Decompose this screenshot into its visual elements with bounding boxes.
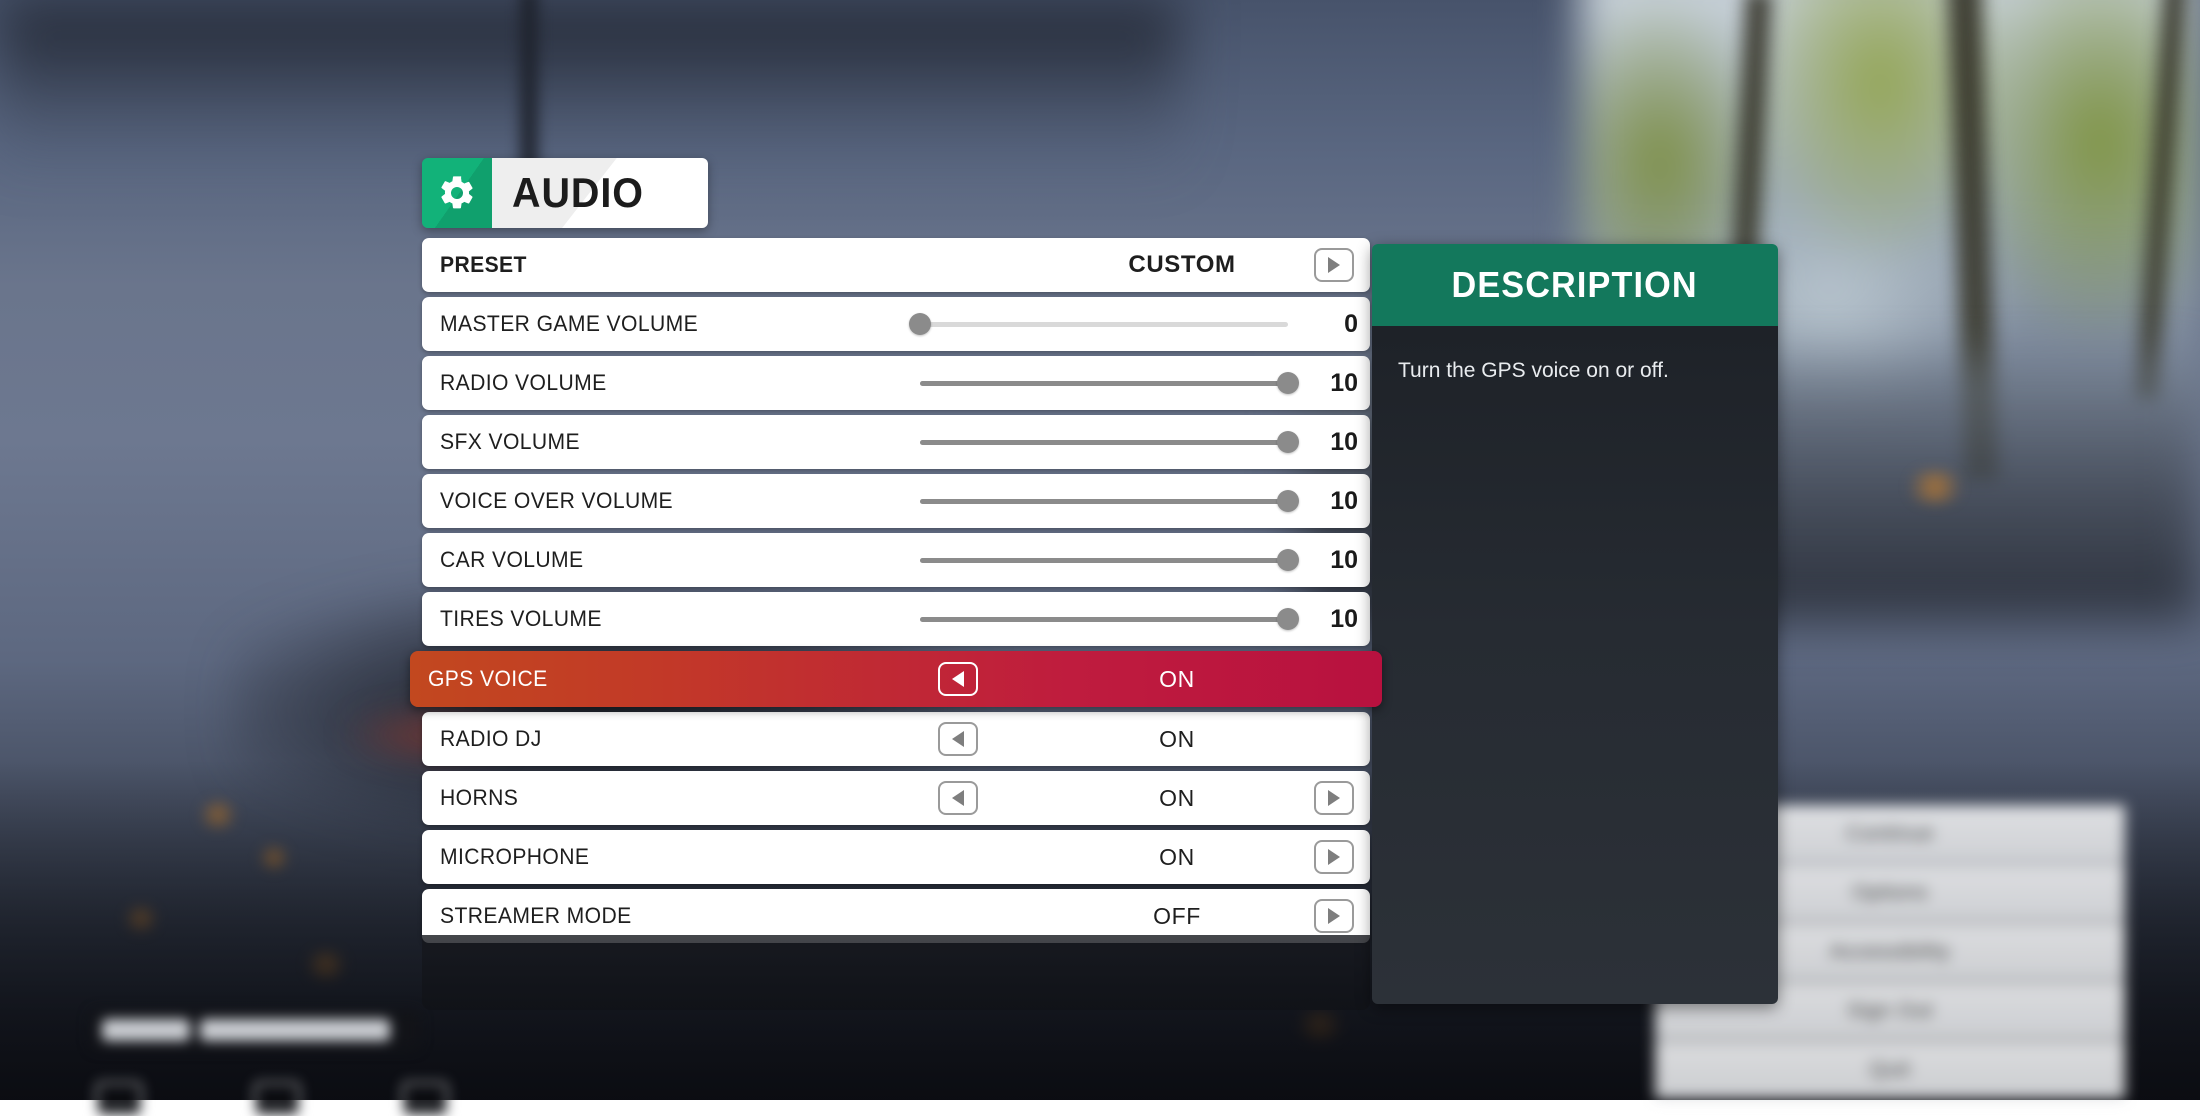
next-value-arrow-icon[interactable] [1314,248,1354,282]
volume-slider[interactable] [912,474,1296,528]
volume-slider[interactable] [912,297,1296,351]
background-legend-box [96,1082,142,1116]
background-control-legend [80,1010,600,1088]
next-value-arrow-icon[interactable] [1314,899,1354,933]
background-menu-item: Quit [1655,1041,2125,1099]
setting-row[interactable]: VOICE OVER VOLUME 10 [422,474,1370,528]
previous-value-arrow-icon[interactable] [938,781,978,815]
slider-thumb[interactable] [1277,608,1299,630]
setting-row[interactable]: TIRES VOLUME 10 [422,592,1370,646]
setting-row-value: ON [1052,726,1302,753]
background-legend-key [200,1019,390,1041]
setting-row[interactable]: MICROPHONE ON [422,830,1370,884]
slider-fill [920,440,1288,445]
setting-row-label: STREAMER MODE [440,903,632,929]
slider-track [920,322,1288,327]
settings-rows-list: PRESET CUSTOM MASTER GAME VOLUME 0 RADIO VOL… [422,238,1370,943]
slider-thumb[interactable] [1277,431,1299,453]
background-treeline [0,0,1180,180]
slider-fill [920,381,1288,386]
setting-row-label: GPS VOICE [428,666,548,692]
slider-thumb[interactable] [1277,372,1299,394]
setting-row-label: RADIO VOLUME [440,370,607,396]
background-legend-pill [90,1010,420,1050]
next-value-arrow-icon[interactable] [1314,840,1354,874]
page-title: AUDIO [512,169,644,217]
description-title: DESCRIPTION [1452,264,1698,306]
setting-row-label: MASTER GAME VOLUME [440,311,698,337]
slider-fill [920,617,1288,622]
slider-thumb[interactable] [909,313,931,335]
slider-value: 10 [1312,428,1358,457]
audio-settings-panel: AUDIO PRESET CUSTOM MASTER GAME VOLUME 0 RAD… [422,158,1370,948]
slider-track [920,499,1288,504]
setting-row[interactable]: MASTER GAME VOLUME 0 [422,297,1370,351]
volume-slider[interactable] [912,356,1296,410]
setting-row[interactable]: HORNS ON [422,771,1370,825]
slider-thumb[interactable] [1277,549,1299,571]
setting-row[interactable]: RADIO DJ ON [422,712,1370,766]
slider-track [920,440,1288,445]
setting-row-control: ON [422,712,1370,766]
setting-row[interactable]: SFX VOLUME 10 [422,415,1370,469]
slider-value: 0 [1312,310,1358,339]
setting-row-value: OFF [1052,903,1302,930]
slider-value: 10 [1312,546,1358,575]
setting-row-control: CUSTOM [422,238,1370,292]
previous-value-arrow-icon[interactable] [938,662,978,696]
setting-row-control: ON [410,651,1382,707]
setting-row[interactable]: RADIO VOLUME 10 [422,356,1370,410]
setting-row-label: CAR VOLUME [440,547,584,573]
background-legend-box [402,1082,448,1116]
setting-row-label: PRESET [440,252,527,278]
setting-row[interactable]: CAR VOLUME 10 [422,533,1370,587]
description-body: Turn the GPS voice on or off. [1372,326,1778,1004]
setting-row-label: RADIO DJ [440,726,542,752]
slider-fill [920,558,1288,563]
background-legend-key [102,1019,190,1041]
slider-thumb[interactable] [1277,490,1299,512]
next-value-arrow-icon[interactable] [1314,781,1354,815]
background-legend-box [254,1082,300,1116]
background-leaf [1900,470,1970,504]
volume-slider[interactable] [912,592,1296,646]
setting-row-label: TIRES VOLUME [440,606,602,632]
setting-row-value: ON [1052,785,1302,812]
slider-value: 10 [1312,605,1358,634]
setting-row-label: MICROPHONE [440,844,589,870]
setting-row-control: ON [422,771,1370,825]
description-panel: DESCRIPTION Turn the GPS voice on or off… [1372,244,1778,1004]
setting-row-value: CUSTOM [1022,251,1342,279]
panel-title-container: AUDIO [492,158,708,228]
volume-slider[interactable] [912,533,1296,587]
setting-row-label: VOICE OVER VOLUME [440,488,673,514]
setting-row-value: ON [1052,666,1302,693]
volume-slider[interactable] [912,415,1296,469]
description-header: DESCRIPTION [1372,244,1778,326]
slider-value: 10 [1312,369,1358,398]
setting-row[interactable]: GPS VOICE ON [410,651,1382,707]
panel-header: AUDIO [422,158,708,228]
setting-row[interactable]: PRESET CUSTOM [422,238,1370,292]
gear-icon [422,158,492,228]
previous-value-arrow-icon[interactable] [938,722,978,756]
setting-row-value: ON [1052,844,1302,871]
description-text: Turn the GPS voice on or off. [1398,356,1752,385]
slider-track [920,381,1288,386]
slider-value: 10 [1312,487,1358,516]
slider-fill [920,499,1288,504]
slider-track [920,617,1288,622]
settings-panel-footer [422,935,1370,1010]
setting-row-label: HORNS [440,785,518,811]
setting-row-label: SFX VOLUME [440,429,580,455]
slider-track [920,558,1288,563]
